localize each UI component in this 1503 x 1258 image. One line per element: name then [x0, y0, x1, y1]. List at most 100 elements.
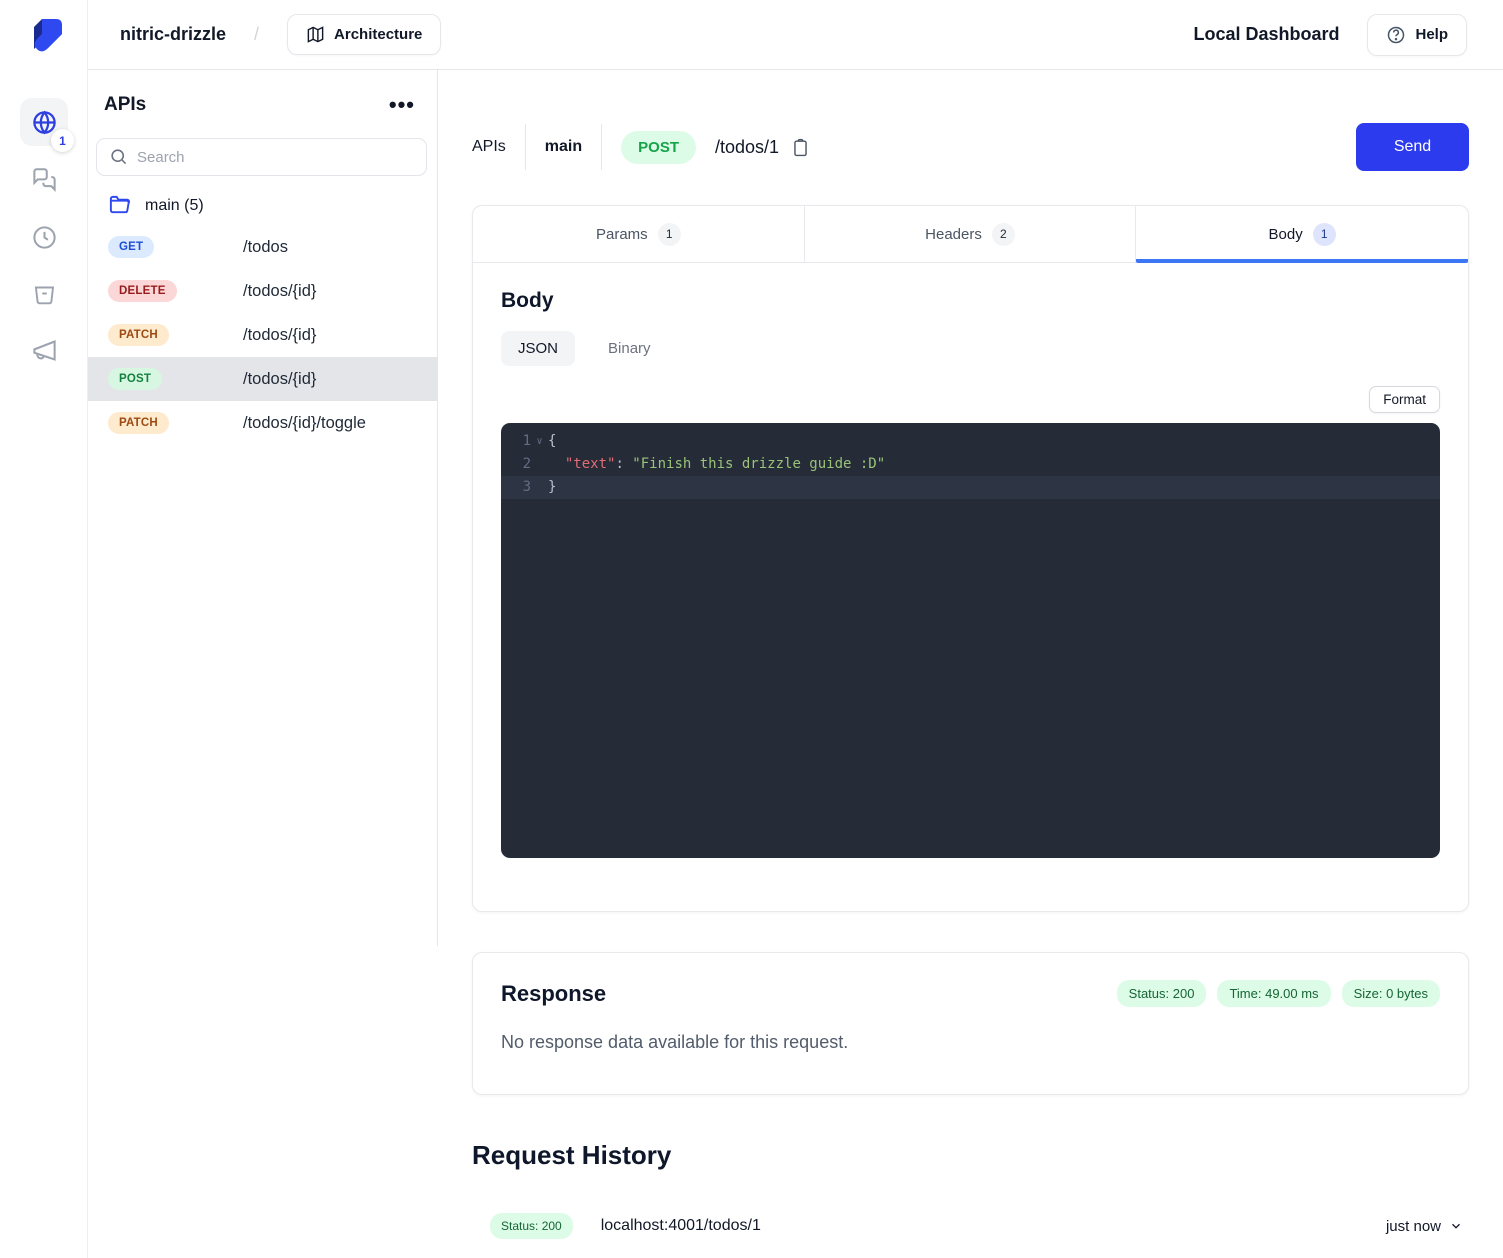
- search-icon: [109, 147, 128, 166]
- tab-count-badge: 1: [658, 223, 681, 246]
- top-header: nitric-drizzle / Architecture Local Dash…: [88, 0, 1503, 70]
- response-title: Response: [501, 981, 606, 1007]
- divider: [601, 124, 602, 170]
- fold-spacer: [531, 453, 548, 476]
- line-number: 2: [501, 453, 531, 476]
- history-url: localhost:4001/todos/1: [601, 1217, 761, 1235]
- endpoint-path: /todos/{id}: [243, 326, 316, 345]
- api-folder-main[interactable]: main (5): [88, 176, 437, 225]
- line-number: 1: [501, 430, 531, 453]
- clock-icon: [31, 224, 58, 251]
- editor-line: 1∨{: [501, 430, 1440, 453]
- rail-item-websockets[interactable]: [20, 156, 68, 204]
- endpoint-row[interactable]: GET/todos: [88, 225, 437, 269]
- line-number: 3: [501, 476, 531, 499]
- endpoint-list: GET/todosDELETE/todos/{id}PATCH/todos/{i…: [88, 225, 437, 445]
- icon-rail: 1: [0, 0, 88, 1258]
- sidebar-title: APIs: [96, 94, 146, 116]
- apis-sidebar: APIs ••• main (5) GET/todosDELETE/todos/…: [88, 70, 437, 1258]
- history-row[interactable]: Status: 200 localhost:4001/todos/1 just no…: [472, 1213, 1469, 1258]
- response-empty-message: No response data available for this requ…: [501, 1032, 1440, 1053]
- endpoint-method-box: PATCH: [108, 412, 243, 434]
- line-content: }: [548, 476, 556, 499]
- mode-json-button[interactable]: JSON: [501, 331, 575, 366]
- response-card: Response Status: 200 Time: 49.00 ms Size: …: [472, 952, 1469, 1095]
- help-button[interactable]: Help: [1367, 14, 1467, 56]
- rail-item-apis[interactable]: 1: [20, 98, 68, 146]
- sidebar-menu-button[interactable]: •••: [385, 96, 419, 114]
- chevron-down-icon: [1449, 1219, 1463, 1233]
- tab-label: Headers: [925, 226, 982, 243]
- bucket-icon: [31, 280, 58, 307]
- endpoint-row[interactable]: DELETE/todos/{id}: [88, 269, 437, 313]
- endpoint-method-box: DELETE: [108, 280, 243, 302]
- breadcrumb-separator: /: [254, 24, 259, 45]
- endpoint-row[interactable]: PATCH/todos/{id}: [88, 313, 437, 357]
- folder-label: main (5): [145, 197, 204, 215]
- endpoint-row[interactable]: POST/todos/{id}: [88, 357, 437, 401]
- request-history-list: Status: 200 localhost:4001/todos/1 just no…: [472, 1213, 1469, 1258]
- response-stat-badge: Time: 49.00 ms: [1217, 980, 1330, 1007]
- search-input[interactable]: [96, 138, 427, 176]
- copy-path-button[interactable]: [789, 136, 812, 159]
- body-panel-title: Body: [501, 289, 1440, 313]
- request-history-title: Request History: [472, 1140, 1469, 1171]
- method-badge: GET: [108, 236, 154, 258]
- tab-body[interactable]: Body 1: [1136, 206, 1468, 262]
- map-icon: [306, 25, 325, 44]
- rail-item-topics[interactable]: [20, 326, 68, 374]
- clipboard-icon: [791, 138, 810, 157]
- body-panel: Body JSON Binary Format 1∨{2 "text": "Fin…: [473, 263, 1468, 884]
- editor-line: 3}: [501, 476, 1440, 499]
- request-path: /todos/1: [715, 137, 779, 158]
- folder-icon: [108, 194, 131, 217]
- tab-params[interactable]: Params 1: [473, 206, 805, 262]
- main-content: APIs main POST /todos/1 Send Params1Head…: [437, 70, 1503, 1258]
- format-button[interactable]: Format: [1369, 386, 1440, 413]
- tab-bar: Params 1 Headers 2 Body 1: [473, 206, 1468, 263]
- response-stat-badge: Status: 200: [1117, 980, 1207, 1007]
- breadcrumb-route: main: [526, 138, 601, 156]
- editor-line: 2 "text": "Finish this drizzle guide :D": [501, 453, 1440, 476]
- endpoint-method-box: POST: [108, 368, 243, 390]
- endpoint-path: /todos/{id}: [243, 370, 316, 389]
- method-badge: DELETE: [108, 280, 177, 302]
- rail-item-schedules[interactable]: [20, 213, 68, 261]
- help-circle-icon: [1386, 25, 1406, 45]
- tab-label: Body: [1269, 226, 1303, 243]
- endpoint-method-box: PATCH: [108, 324, 243, 346]
- endpoint-path: /todos: [243, 238, 288, 257]
- mode-binary-button[interactable]: Binary: [591, 331, 668, 366]
- local-dashboard-label: Local Dashboard: [1193, 24, 1339, 45]
- json-editor[interactable]: 1∨{2 "text": "Finish this drizzle guide …: [501, 423, 1440, 858]
- project-name: nitric-drizzle: [120, 24, 226, 45]
- tab-label: Params: [596, 226, 648, 243]
- line-content: "text": "Finish this drizzle guide :D": [548, 453, 885, 476]
- method-badge: PATCH: [108, 412, 169, 434]
- endpoint-path: /todos/{id}/toggle: [243, 414, 366, 433]
- history-status-badge: Status: 200: [490, 1213, 573, 1239]
- architecture-button[interactable]: Architecture: [287, 14, 441, 55]
- method-badge: PATCH: [108, 324, 169, 346]
- nitric-logo[interactable]: [24, 14, 68, 58]
- fold-chevron-icon: ∨: [531, 430, 548, 453]
- tab-count-badge: 1: [1313, 223, 1336, 246]
- send-button[interactable]: Send: [1356, 123, 1469, 171]
- request-card: Params 1 Headers 2 Body 1 Body JSON Binary For…: [472, 205, 1469, 912]
- tab-headers[interactable]: Headers 2: [805, 206, 1137, 262]
- history-time-dropdown[interactable]: just now: [1386, 1218, 1463, 1235]
- rail-item-storage[interactable]: [20, 269, 68, 317]
- response-badges: Status: 200 Time: 49.00 ms Size: 0 bytes: [1117, 980, 1440, 1007]
- megaphone-icon: [31, 337, 58, 364]
- line-content: {: [548, 430, 556, 453]
- endpoint-method-box: GET: [108, 236, 243, 258]
- method-badge: POST: [621, 131, 696, 164]
- apis-count-badge: 1: [51, 129, 74, 152]
- body-mode-toggle: JSON Binary: [501, 331, 1440, 366]
- fold-spacer: [531, 476, 548, 499]
- endpoint-row[interactable]: PATCH/todos/{id}/toggle: [88, 401, 437, 445]
- method-badge: POST: [108, 368, 162, 390]
- response-stat-badge: Size: 0 bytes: [1342, 980, 1440, 1007]
- tab-count-badge: 2: [992, 223, 1015, 246]
- endpoint-path: /todos/{id}: [243, 282, 316, 301]
